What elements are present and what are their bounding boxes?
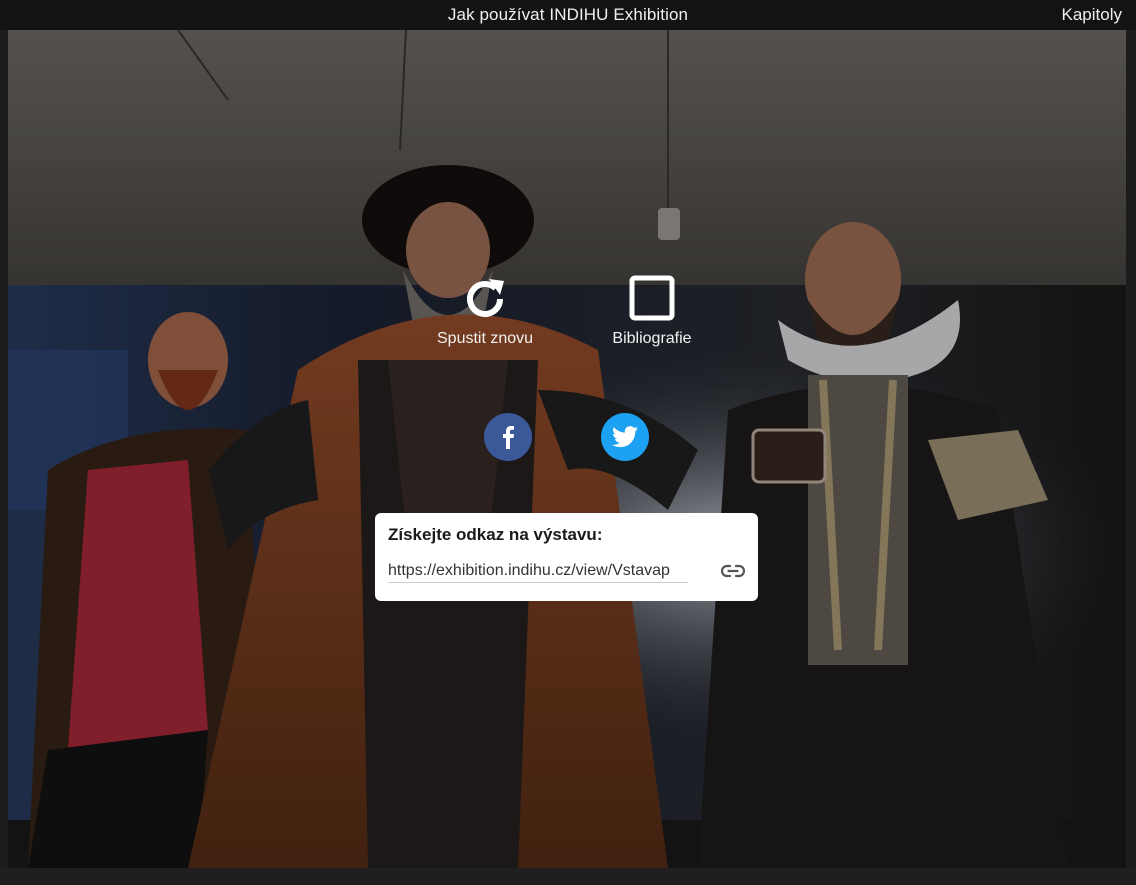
share-link-card: Získejte odkaz na výstavu: [375,513,758,601]
exhibition-title: Jak používat INDIHU Exhibition [447,5,689,24]
top-bar: Jak používat INDIHU Exhibition Kapitoly [0,0,1136,30]
bibliography-label: Bibliografie [612,330,692,347]
restart-label: Spustit znovu [437,330,534,347]
refresh-icon [467,279,505,317]
share-link-row [388,559,746,586]
square-icon [629,275,675,321]
bibliography-action[interactable]: Bibliografie [608,274,696,348]
bottom-bar [0,868,1136,885]
share-link-title: Získejte odkaz na výstavu: [388,525,603,544]
facebook-share-button[interactable] [484,413,532,461]
copy-link-button[interactable] [720,561,746,586]
facebook-icon [503,426,514,449]
share-link-field[interactable] [388,559,688,583]
dim-overlay [8,30,1126,868]
exhibition-stage [8,30,1126,868]
restart-action[interactable]: Spustit znovu [437,274,533,348]
twitter-icon [612,426,638,448]
chapters-button[interactable]: Kapitoly [1062,5,1122,25]
twitter-share-button[interactable] [601,413,649,461]
link-icon [720,564,746,578]
